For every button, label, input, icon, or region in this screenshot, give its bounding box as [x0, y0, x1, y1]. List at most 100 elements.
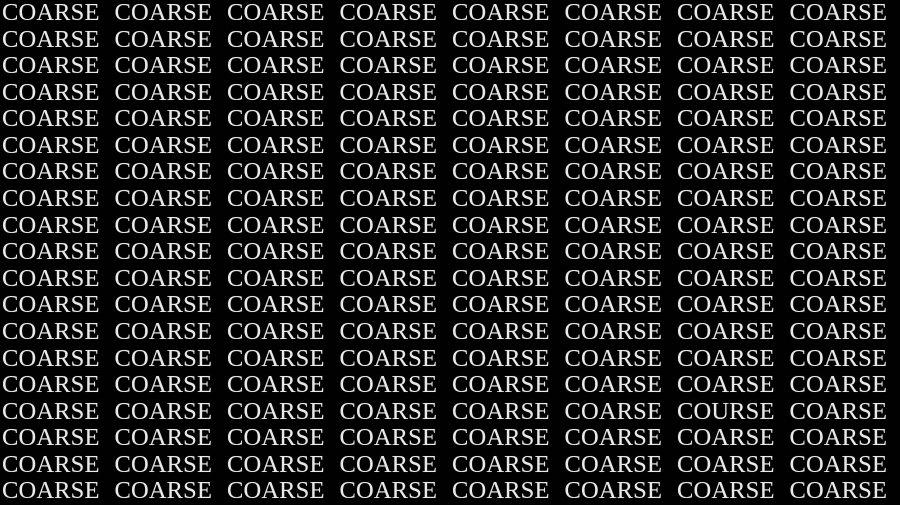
word-cell[interactable]: COARSE [788, 451, 900, 479]
word-cell[interactable]: COARSE [225, 239, 338, 266]
word-cell[interactable]: COARSE [788, 425, 900, 452]
word-cell[interactable]: COARSE [450, 79, 563, 107]
word-cell[interactable]: COARSE [225, 0, 338, 27]
word-cell[interactable]: COARSE [450, 345, 563, 373]
word-cell[interactable]: COARSE [0, 239, 113, 266]
word-cell[interactable]: COARSE [563, 79, 676, 107]
word-cell[interactable]: COARSE [0, 425, 113, 452]
word-cell[interactable]: COARSE [563, 425, 676, 452]
word-cell[interactable]: COARSE [563, 53, 676, 80]
word-cell[interactable]: COARSE [338, 478, 451, 505]
word-cell[interactable]: COARSE [563, 265, 676, 293]
word-cell[interactable]: COARSE [675, 265, 788, 293]
word-cell[interactable]: COARSE [788, 0, 900, 27]
word-cell[interactable]: COARSE [338, 451, 451, 479]
word-cell[interactable]: COARSE [0, 53, 113, 80]
word-cell[interactable]: COARSE [0, 292, 113, 319]
word-cell[interactable]: COARSE [0, 79, 113, 107]
word-cell[interactable]: COARSE [113, 53, 226, 80]
word-cell[interactable]: COARSE [0, 106, 113, 133]
word-cell[interactable]: COARSE [788, 185, 900, 213]
word-cell[interactable]: COARSE [450, 26, 563, 54]
word-cell[interactable]: COARSE [338, 372, 451, 399]
word-cell[interactable]: COARSE [788, 292, 900, 319]
word-cell[interactable]: COARSE [225, 478, 338, 505]
word-cell[interactable]: COARSE [450, 451, 563, 479]
word-cell[interactable]: COARSE [225, 26, 338, 54]
word-cell[interactable]: COARSE [0, 132, 113, 160]
word-cell[interactable]: COARSE [338, 239, 451, 266]
word-cell[interactable]: COARSE [563, 478, 676, 505]
word-cell[interactable]: COARSE [225, 451, 338, 479]
word-cell[interactable]: COARSE [113, 106, 226, 133]
word-cell[interactable]: COARSE [563, 185, 676, 213]
word-cell[interactable]: COARSE [338, 345, 451, 373]
word-cell[interactable]: COARSE [113, 265, 226, 293]
word-cell[interactable]: COARSE [788, 239, 900, 266]
word-cell[interactable]: COARSE [675, 26, 788, 54]
word-cell[interactable]: COARSE [338, 318, 451, 346]
word-cell[interactable]: COARSE [675, 79, 788, 107]
word-cell[interactable]: COARSE [563, 159, 676, 186]
word-cell[interactable]: COARSE [563, 398, 676, 426]
word-cell[interactable]: COARSE [563, 318, 676, 346]
odd-word-cell[interactable]: COURSE [675, 398, 788, 426]
word-cell[interactable]: COARSE [338, 26, 451, 54]
word-cell[interactable]: COARSE [563, 212, 676, 240]
word-cell[interactable]: COARSE [675, 53, 788, 80]
word-cell[interactable]: COARSE [450, 132, 563, 160]
word-cell[interactable]: COARSE [113, 0, 226, 27]
word-cell[interactable]: COARSE [225, 212, 338, 240]
word-cell[interactable]: COARSE [563, 372, 676, 399]
word-cell[interactable]: COARSE [113, 292, 226, 319]
word-cell[interactable]: COARSE [338, 398, 451, 426]
word-cell[interactable]: COARSE [788, 372, 900, 399]
word-cell[interactable]: COARSE [563, 0, 676, 27]
word-cell[interactable]: COARSE [113, 451, 226, 479]
word-cell[interactable]: COARSE [225, 398, 338, 426]
word-cell[interactable]: COARSE [563, 26, 676, 54]
word-cell[interactable]: COARSE [113, 159, 226, 186]
word-cell[interactable]: COARSE [225, 79, 338, 107]
word-cell[interactable]: COARSE [0, 159, 113, 186]
word-cell[interactable]: COARSE [788, 398, 900, 426]
word-cell[interactable]: COARSE [675, 212, 788, 240]
word-cell[interactable]: COARSE [0, 185, 113, 213]
word-cell[interactable]: COARSE [563, 345, 676, 373]
word-cell[interactable]: COARSE [675, 106, 788, 133]
word-cell[interactable]: COARSE [0, 478, 113, 505]
word-cell[interactable]: COARSE [450, 398, 563, 426]
word-cell[interactable]: COARSE [450, 106, 563, 133]
word-cell[interactable]: COARSE [563, 451, 676, 479]
word-cell[interactable]: COARSE [675, 425, 788, 452]
word-cell[interactable]: COARSE [675, 185, 788, 213]
word-cell[interactable]: COARSE [0, 0, 113, 27]
word-cell[interactable]: COARSE [788, 26, 900, 54]
word-cell[interactable]: COARSE [225, 159, 338, 186]
word-cell[interactable]: COARSE [113, 185, 226, 213]
word-cell[interactable]: COARSE [113, 212, 226, 240]
word-cell[interactable]: COARSE [788, 265, 900, 293]
word-cell[interactable]: COARSE [450, 372, 563, 399]
word-cell[interactable]: COARSE [563, 106, 676, 133]
word-cell[interactable]: COARSE [450, 239, 563, 266]
word-cell[interactable]: COARSE [338, 212, 451, 240]
word-cell[interactable]: COARSE [563, 292, 676, 319]
word-cell[interactable]: COARSE [225, 372, 338, 399]
word-cell[interactable]: COARSE [788, 106, 900, 133]
word-cell[interactable]: COARSE [338, 425, 451, 452]
word-cell[interactable]: COARSE [675, 318, 788, 346]
word-cell[interactable]: COARSE [113, 372, 226, 399]
word-cell[interactable]: COARSE [788, 79, 900, 107]
word-cell[interactable]: COARSE [450, 425, 563, 452]
word-cell[interactable]: COARSE [450, 159, 563, 186]
word-cell[interactable]: COARSE [113, 318, 226, 346]
word-cell[interactable]: COARSE [338, 0, 451, 27]
word-cell[interactable]: COARSE [450, 478, 563, 505]
word-cell[interactable]: COARSE [450, 318, 563, 346]
word-cell[interactable]: COARSE [113, 79, 226, 107]
word-cell[interactable]: COARSE [0, 265, 113, 293]
word-cell[interactable]: COARSE [0, 345, 113, 373]
word-cell[interactable]: COARSE [225, 106, 338, 133]
word-cell[interactable]: COARSE [113, 398, 226, 426]
